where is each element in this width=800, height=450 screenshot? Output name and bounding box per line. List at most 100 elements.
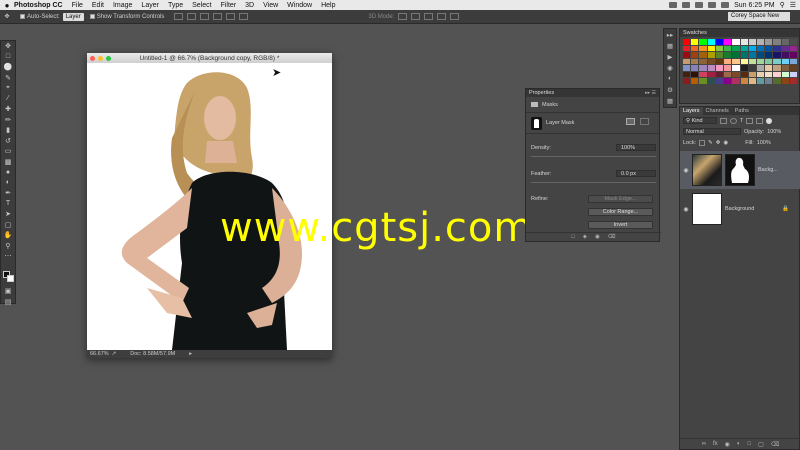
layer-mask-thumbnail-icon[interactable] [531,116,542,130]
swatches-grid[interactable] [683,39,797,101]
swatch[interactable] [789,58,797,64]
3d-drag-icon[interactable] [424,13,434,20]
swatch[interactable] [732,65,740,71]
auto-select-checkbox[interactable] [20,14,25,19]
panel-menu-icon[interactable]: ▸▸ ☰ [645,90,656,96]
swatch[interactable] [740,52,748,58]
swatch[interactable] [781,71,789,77]
swatch[interactable] [699,65,707,71]
select-pixel-mask-icon[interactable] [626,118,635,125]
status-menu-arrow-icon[interactable]: ▸ [189,351,192,357]
lock-pixels-icon[interactable]: ✎ [708,140,713,146]
3d-scale-icon[interactable] [450,13,460,20]
add-vector-mask-icon[interactable] [640,118,649,125]
load-selection-icon[interactable]: □ [571,234,574,240]
swatch[interactable] [707,78,715,84]
quick-mask-icon[interactable]: ▣ [1,286,15,297]
auto-select-dropdown[interactable]: Layer [62,12,84,21]
clock[interactable]: Sun 6:25 PM [734,2,774,9]
swatch[interactable] [756,71,765,77]
tab-paths[interactable]: Paths [732,108,752,114]
type-filter-icon[interactable]: T [740,118,743,124]
path-select-tool-icon[interactable]: ➤ [1,209,15,220]
filter-toggle-icon[interactable] [766,117,773,124]
mask-edge-button[interactable]: Mask Edge... [588,195,653,203]
swatch[interactable] [715,65,724,71]
new-group-icon[interactable]: □ [748,441,752,447]
swatch[interactable] [740,65,748,71]
hand-tool-icon[interactable]: ✋ [1,230,15,241]
density-slider[interactable] [531,156,656,157]
menu-type[interactable]: Type [168,2,183,9]
workspace-switcher[interactable]: Corey Space New [728,12,790,21]
swatch[interactable] [691,52,699,58]
swatch[interactable] [756,39,765,45]
eraser-tool-icon[interactable]: ▭ [1,146,15,157]
swatch[interactable] [707,65,715,71]
swatch[interactable] [715,58,724,64]
delete-layer-icon[interactable]: ⌫ [771,441,779,448]
swatch[interactable] [707,58,715,64]
zoom-level[interactable]: 66.67% [90,351,109,357]
swatch[interactable] [683,58,691,64]
swatch[interactable] [699,71,707,77]
clone-stamp-tool-icon[interactable]: ▮ [1,125,15,136]
quick-select-tool-icon[interactable]: ✎ [1,73,15,84]
gradient-tool-icon[interactable]: ▩ [1,157,15,168]
swatch[interactable] [765,39,773,45]
add-mask-icon[interactable]: ◉ [725,441,730,448]
move-tool-icon[interactable]: ✥ [0,13,14,20]
swatch[interactable] [740,45,748,51]
new-layer-icon[interactable]: ▢ [758,441,764,448]
swatch[interactable] [773,58,781,64]
align-top-icon[interactable] [174,13,184,20]
blend-mode-dropdown[interactable]: Normal [683,128,741,135]
actions-icon[interactable]: ▶ [664,51,676,62]
menu-layer[interactable]: Layer [141,2,159,9]
swatch[interactable] [732,71,740,77]
disable-mask-icon[interactable]: ◉ [595,234,600,240]
dodge-tool-icon[interactable]: ◐ [1,178,15,189]
swatch[interactable] [683,71,691,77]
align-middle-icon[interactable] [187,13,197,20]
new-adjustment-icon[interactable]: ◐ [737,441,741,447]
swatch[interactable] [748,45,756,51]
layer-name[interactable]: Backg... [758,167,778,173]
align-bottom-icon[interactable] [200,13,210,20]
menu-window[interactable]: Window [287,2,312,9]
opacity-value[interactable]: 100% [767,129,781,135]
swatch[interactable] [724,52,732,58]
swatch[interactable] [740,39,748,45]
swatch[interactable] [732,78,740,84]
adjustments-icon[interactable]: ◐ [664,73,676,84]
swatch[interactable] [732,58,740,64]
document-titlebar[interactable]: Untitled-1 @ 66.7% (Background copy, RGB… [87,53,332,63]
swatch[interactable] [748,71,756,77]
app-name-menu[interactable]: Photoshop CC [14,2,63,9]
properties-icon[interactable]: ⚙ [664,84,676,95]
swatch[interactable] [765,78,773,84]
doc-size[interactable]: Doc: 8.58M/57.9M [130,351,175,357]
swatch[interactable] [732,45,740,51]
layer-mask-thumbnail[interactable] [725,154,755,186]
swatch[interactable] [691,39,699,45]
swatch[interactable] [748,78,756,84]
swatch[interactable] [732,39,740,45]
visibility-eye-icon[interactable]: ◉ [680,167,692,174]
swatch[interactable] [756,45,765,51]
swatch[interactable] [740,58,748,64]
swatch[interactable] [715,45,724,51]
pen-tool-icon[interactable]: ✒ [1,188,15,199]
swatch[interactable] [756,52,765,58]
layer-name[interactable]: Background [725,206,754,212]
crop-tool-icon[interactable]: ⌖ [1,83,15,94]
swatch[interactable] [715,71,724,77]
healing-brush-tool-icon[interactable]: ✚ [1,104,15,115]
link-layers-icon[interactable]: ∞ [702,441,706,447]
swatch[interactable] [699,39,707,45]
swatch[interactable] [765,65,773,71]
shape-tool-icon[interactable]: ▢ [1,220,15,231]
swatch[interactable] [683,39,691,45]
swatch[interactable] [683,52,691,58]
swatch[interactable] [748,58,756,64]
